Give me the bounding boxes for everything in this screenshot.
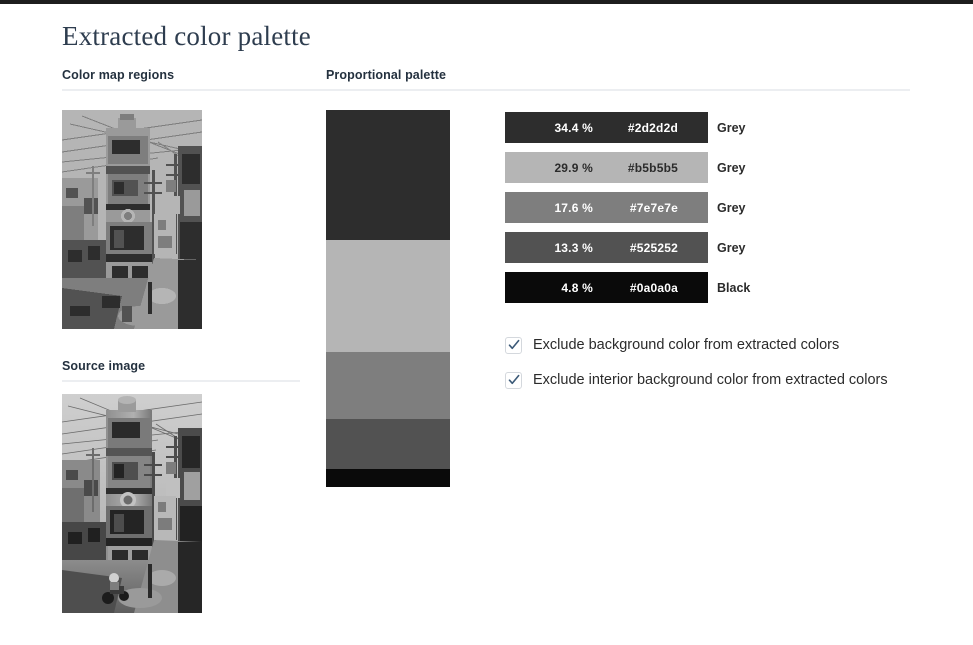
swatch-row[interactable]: 34.4 % #2d2d2d Grey [505,112,925,143]
extraction-options: Exclude background color from extracted … [505,333,935,403]
swatch-percentage: 4.8 % [561,280,593,295]
color-swatch-chip[interactable]: 29.9 % #b5b5b5 [505,152,708,183]
palette-segment-5 [326,468,450,487]
swatch-percentage: 34.4 % [554,120,593,135]
swatch-row[interactable]: 4.8 % #0a0a0a Black [505,272,925,303]
color-swatch-chip[interactable]: 17.6 % #7e7e7e [505,192,708,223]
palette-segment-4 [326,418,450,469]
section-heading-color-map-regions: Color map regions [62,68,175,82]
swatch-row[interactable]: 13.3 % #525252 Grey [505,232,925,263]
check-icon [508,374,519,385]
palette-segment-3 [326,352,450,419]
swatch-color-name: Grey [717,120,746,135]
check-icon [508,339,519,350]
palette-segment-1 [326,110,450,240]
section-heading-source-image: Source image [62,359,146,373]
option-row[interactable]: Exclude background color from extracted … [505,333,935,357]
proportional-palette-bar [326,110,450,487]
swatch-hex-code: #2d2d2d [627,120,678,135]
swatch-hex-code: #b5b5b5 [627,160,678,175]
color-map-regions-image [62,110,202,329]
section-divider-source-image [62,380,300,382]
swatch-percentage: 17.6 % [554,200,593,215]
swatch-row[interactable]: 29.9 % #b5b5b5 Grey [505,152,925,183]
section-heading-proportional-palette: Proportional palette [326,68,447,82]
color-swatch-chip[interactable]: 4.8 % #0a0a0a [505,272,708,303]
swatch-color-name: Black [717,280,751,295]
extracted-colors-list: 34.4 % #2d2d2d Grey 29.9 % #b5b5b5 Grey 17.6 %… [505,112,925,312]
option-label: Exclude interior background color from e… [533,372,888,388]
top-window-strip [0,0,973,4]
option-label: Exclude background color from extracted … [533,337,840,353]
color-swatch-chip[interactable]: 13.3 % #525252 [505,232,708,263]
swatch-hex-code: #525252 [629,240,678,255]
swatch-color-name: Grey [717,240,746,255]
swatch-color-name: Grey [717,160,746,175]
source-image [62,394,202,613]
swatch-percentage: 29.9 % [554,160,593,175]
swatch-hex-code: #7e7e7e [629,200,678,215]
checkbox[interactable] [505,336,522,354]
swatch-row[interactable]: 17.6 % #7e7e7e Grey [505,192,925,223]
checkbox[interactable] [505,371,522,389]
swatch-percentage: 13.3 % [554,240,593,255]
swatch-hex-code: #0a0a0a [629,280,678,295]
section-divider-top [62,89,910,91]
color-swatch-chip[interactable]: 34.4 % #2d2d2d [505,112,708,143]
page-title: Extracted color palette [62,21,311,51]
swatch-color-name: Grey [717,200,746,215]
option-row[interactable]: Exclude interior background color from e… [505,368,935,392]
palette-segment-2 [326,239,450,353]
